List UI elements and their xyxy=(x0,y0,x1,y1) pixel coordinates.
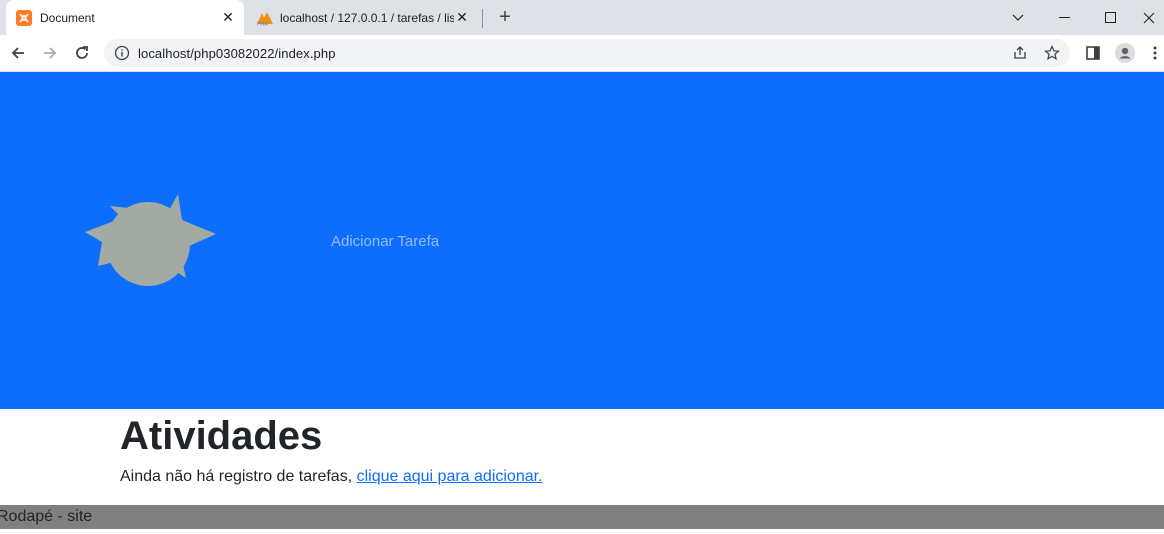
browser-toolbar: localhost/php03082022/index.php xyxy=(0,35,1164,72)
tab-separator xyxy=(482,9,483,28)
back-arrow-icon[interactable] xyxy=(6,41,30,65)
add-task-inline-link[interactable]: clique aqui para adicionar. xyxy=(357,468,543,485)
minimize-icon[interactable] xyxy=(1041,0,1087,35)
phpmyadmin-icon: PMA xyxy=(256,10,274,26)
tab-search-icon[interactable] xyxy=(995,0,1041,35)
menu-kebab-icon[interactable] xyxy=(1146,41,1164,65)
site-info-icon[interactable] xyxy=(114,45,130,61)
tab-document[interactable]: Document ✕ xyxy=(6,0,244,35)
close-icon[interactable]: ✕ xyxy=(454,9,470,26)
forward-arrow-icon[interactable] xyxy=(38,41,62,65)
tab-phpmyadmin[interactable]: PMA localhost / 127.0.0.1 / tarefas / li… xyxy=(248,0,478,35)
site-footer: Rodapé - site xyxy=(0,505,1164,529)
url-text: localhost/php03082022/index.php xyxy=(138,45,336,61)
profile-avatar-icon[interactable] xyxy=(1113,41,1137,65)
side-panel-icon[interactable] xyxy=(1081,41,1105,65)
page-title: Atividades xyxy=(120,414,323,458)
xampp-icon xyxy=(16,9,32,26)
empty-state-message: Ainda não há registro de tarefas, clique… xyxy=(120,465,1020,489)
tab-title: Document xyxy=(40,10,95,25)
address-bar[interactable]: localhost/php03082022/index.php xyxy=(104,39,1070,67)
svg-text:PMA: PMA xyxy=(257,21,268,26)
maximize-icon[interactable] xyxy=(1087,0,1133,35)
tab-title: localhost / 127.0.0.1 / tarefas / lis xyxy=(280,10,454,25)
new-tab-icon[interactable]: + xyxy=(494,6,516,28)
tab-strip: Document ✕ PMA localhost / 127.0.0.1 / t… xyxy=(0,0,1164,35)
hero-navbar: Adicionar Tarefa xyxy=(0,72,1164,409)
window-close-icon[interactable] xyxy=(1133,0,1164,35)
share-icon[interactable] xyxy=(1011,44,1029,62)
main-content: Atividades Ainda não há registro de tare… xyxy=(120,409,1020,489)
reload-icon[interactable] xyxy=(70,41,94,65)
site-logo xyxy=(82,194,218,290)
bookmark-star-icon[interactable] xyxy=(1043,44,1061,62)
add-task-link[interactable]: Adicionar Tarefa xyxy=(331,233,439,250)
empty-state-text: Ainda não há registro de tarefas, xyxy=(120,468,353,485)
close-icon[interactable]: ✕ xyxy=(220,9,236,26)
